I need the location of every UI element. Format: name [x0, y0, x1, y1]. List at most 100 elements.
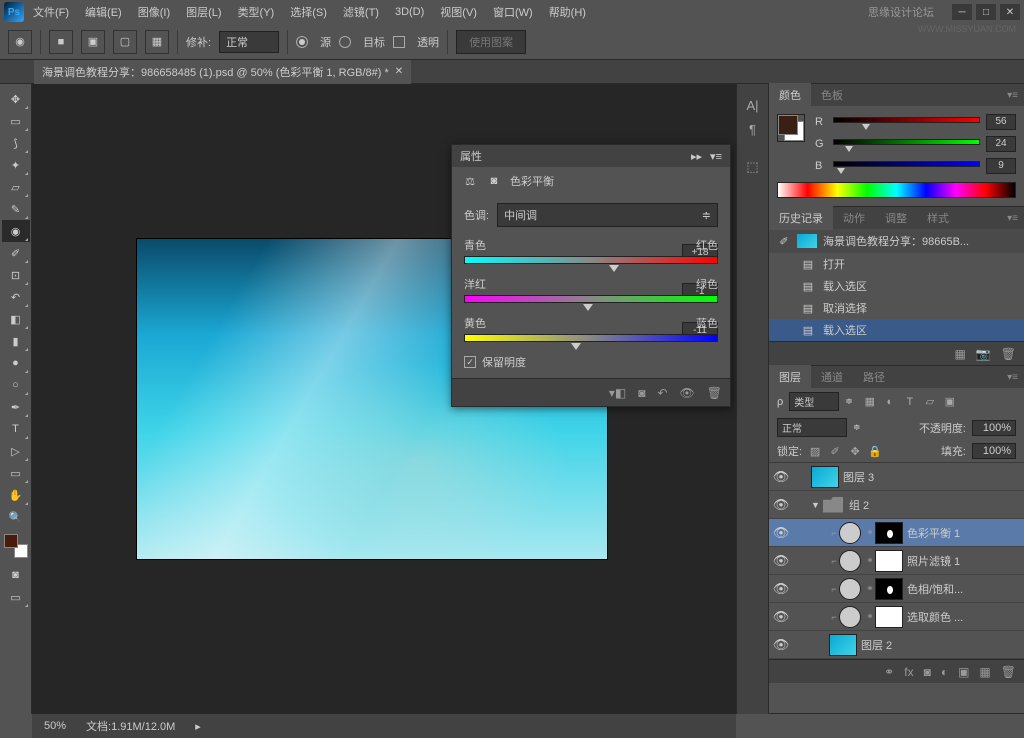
- blur-tool[interactable]: ●: [2, 352, 30, 374]
- tab-channels[interactable]: 通道: [811, 365, 853, 389]
- lock-pixel-icon[interactable]: ✐: [828, 444, 842, 458]
- pen-tool[interactable]: ✒: [2, 396, 30, 418]
- add-selection-icon[interactable]: ▣: [81, 30, 105, 54]
- filter-smart-icon[interactable]: ▣: [943, 395, 957, 409]
- maximize-button[interactable]: □: [976, 4, 996, 20]
- g-slider[interactable]: [833, 139, 980, 149]
- preserve-lum-check[interactable]: ✓: [464, 356, 476, 368]
- trash-icon[interactable]: 🗑: [1001, 347, 1016, 361]
- move-tool[interactable]: ✥: [2, 88, 30, 110]
- eraser-tool[interactable]: ◧: [2, 308, 30, 330]
- visibility-icon[interactable]: 👁: [769, 469, 793, 485]
- filter-adj-icon[interactable]: ◐: [883, 395, 897, 409]
- tool-preset-icon[interactable]: ◉: [8, 30, 32, 54]
- layer-mask[interactable]: [875, 578, 903, 600]
- fill-value[interactable]: 100%: [972, 443, 1016, 459]
- layer-row[interactable]: 👁⌐◐⚭色相/饱和...: [769, 575, 1024, 603]
- zoom-value[interactable]: 50%: [44, 720, 66, 732]
- minimize-button[interactable]: ─: [952, 4, 972, 20]
- new-layer-icon[interactable]: ▦: [979, 665, 990, 679]
- color-swatches[interactable]: [4, 534, 28, 558]
- tab-actions[interactable]: 动作: [833, 206, 875, 230]
- layer-name[interactable]: 照片滤镜 1: [907, 553, 960, 569]
- history-item[interactable]: ▤打开: [769, 253, 1024, 275]
- collapse-icon[interactable]: ▸▸: [691, 150, 702, 163]
- subtract-selection-icon[interactable]: ▢: [113, 30, 137, 54]
- trash-icon[interactable]: 🗑: [707, 386, 722, 400]
- menu-view[interactable]: 视图(V): [433, 1, 484, 23]
- menu-window[interactable]: 窗口(W): [486, 1, 540, 23]
- r-value[interactable]: 56: [986, 114, 1016, 130]
- eyedropper-tool[interactable]: ✎: [2, 198, 30, 220]
- opacity-value[interactable]: 100%: [972, 420, 1016, 436]
- kind-select[interactable]: 类型: [789, 392, 839, 411]
- create-doc-icon[interactable]: ▦: [954, 347, 965, 361]
- marquee-tool[interactable]: ▭: [2, 110, 30, 132]
- visibility-icon[interactable]: 👁: [769, 497, 793, 513]
- target-radio[interactable]: [339, 36, 351, 48]
- visibility-icon[interactable]: 👁: [769, 637, 793, 653]
- layer-thumb[interactable]: [829, 634, 857, 656]
- history-item[interactable]: ▤取消选择: [769, 297, 1024, 319]
- layer-row[interactable]: 👁⌐◐⚭选取颜色 ...: [769, 603, 1024, 631]
- chevron-right-icon[interactable]: ▸: [195, 720, 201, 733]
- visibility-icon[interactable]: 👁: [769, 609, 793, 625]
- character-panel-icon[interactable]: A|: [743, 96, 763, 114]
- panel-menu-icon[interactable]: ▾≡: [1001, 90, 1024, 101]
- 3d-panel-icon[interactable]: ⬚: [743, 158, 763, 176]
- color-balance-slider[interactable]: [464, 256, 718, 264]
- panel-menu-icon[interactable]: ▾≡: [1001, 213, 1024, 224]
- document-tab[interactable]: 海景调色教程分享：986658485 (1).psd @ 50% (色彩平衡 1…: [34, 60, 411, 84]
- layer-row[interactable]: 👁⌐◐⚭照片滤镜 1: [769, 547, 1024, 575]
- layer-row[interactable]: 👁 图层 2: [769, 631, 1024, 659]
- layer-mask[interactable]: [875, 522, 903, 544]
- history-item[interactable]: ▤载入选区: [769, 319, 1024, 341]
- menu-image[interactable]: 图像(I): [131, 1, 177, 23]
- snapshot-icon[interactable]: 📷: [976, 347, 991, 361]
- lasso-tool[interactable]: ⟆: [2, 132, 30, 154]
- panel-menu-icon[interactable]: ▾≡: [1001, 372, 1024, 383]
- color-balance-slider[interactable]: [464, 295, 718, 303]
- layer-name[interactable]: 组 2: [849, 497, 869, 513]
- patch-mode-select[interactable]: 正常: [219, 31, 279, 53]
- close-icon[interactable]: ✕: [395, 66, 403, 77]
- shape-tool[interactable]: ▭: [2, 462, 30, 484]
- tab-history[interactable]: 历史记录: [769, 206, 833, 230]
- clip-icon[interactable]: ▾◧: [609, 386, 626, 400]
- use-pattern-button[interactable]: 使用图案: [456, 30, 526, 54]
- menu-select[interactable]: 选择(S): [283, 1, 334, 23]
- layer-row[interactable]: 👁⌐◐⚭色彩平衡 1: [769, 519, 1024, 547]
- color-spectrum[interactable]: [777, 182, 1016, 198]
- color-balance-slider[interactable]: [464, 334, 718, 342]
- filter-shape-icon[interactable]: ▱: [923, 395, 937, 409]
- hand-tool[interactable]: ✋: [2, 484, 30, 506]
- layer-mask[interactable]: [875, 550, 903, 572]
- layer-name[interactable]: 色相/饱和...: [907, 581, 963, 597]
- filter-pixel-icon[interactable]: ▦: [863, 395, 877, 409]
- lock-pos-icon[interactable]: ✥: [848, 444, 862, 458]
- layer-name[interactable]: 图层 2: [861, 637, 892, 653]
- prev-state-icon[interactable]: ◙: [638, 386, 645, 400]
- gradient-tool[interactable]: ▮: [2, 330, 30, 352]
- tab-styles[interactable]: 样式: [917, 206, 959, 230]
- stamp-tool[interactable]: ⊡: [2, 264, 30, 286]
- b-value[interactable]: 9: [986, 158, 1016, 174]
- link-layers-icon[interactable]: ⚭: [884, 665, 894, 679]
- source-radio[interactable]: [296, 36, 308, 48]
- panel-menu-icon[interactable]: ▾≡: [710, 150, 722, 163]
- menu-help[interactable]: 帮助(H): [542, 1, 593, 23]
- visibility-icon[interactable]: 👁: [680, 386, 695, 400]
- paragraph-panel-icon[interactable]: ¶: [743, 120, 763, 138]
- intersect-selection-icon[interactable]: ▦: [145, 30, 169, 54]
- layer-row[interactable]: 👁▼组 2: [769, 491, 1024, 519]
- visibility-icon[interactable]: 👁: [769, 525, 793, 541]
- menu-layer[interactable]: 图层(L): [179, 1, 228, 23]
- g-value[interactable]: 24: [986, 136, 1016, 152]
- reset-icon[interactable]: ↶: [657, 386, 667, 400]
- screenmode-tool[interactable]: ▭: [2, 586, 30, 608]
- visibility-icon[interactable]: 👁: [769, 581, 793, 597]
- new-selection-icon[interactable]: ■: [49, 30, 73, 54]
- path-select-tool[interactable]: ▷: [2, 440, 30, 462]
- zoom-tool[interactable]: 🔍: [2, 506, 30, 528]
- layer-row[interactable]: 👁图层 3: [769, 463, 1024, 491]
